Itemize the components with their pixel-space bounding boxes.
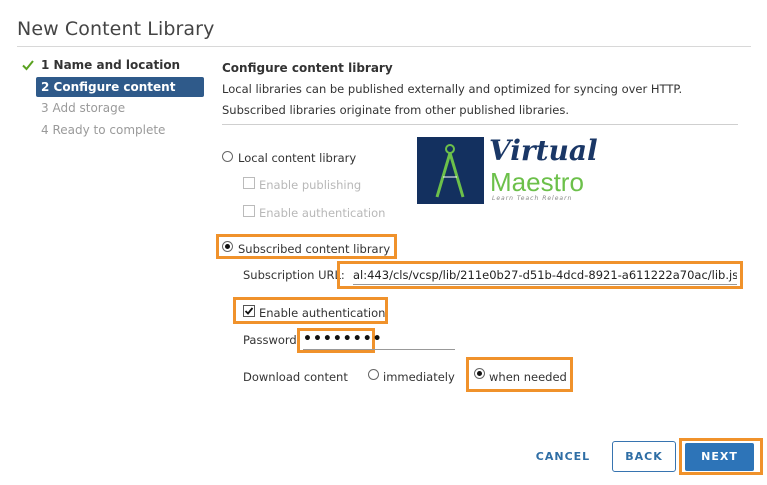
subscription-url-input[interactable]: al:443/cls/vcsp/lib/211e0b27-d51b-4dcd-8… — [353, 265, 737, 285]
logo-text-virtual: Virtual — [489, 134, 598, 167]
enable-auth-checkbox[interactable] — [243, 305, 255, 317]
download-content-label: Download content — [243, 370, 348, 384]
local-enable-auth-label: Enable authentication — [259, 206, 386, 220]
next-button[interactable]: NEXT — [685, 443, 754, 471]
logo-emblem — [417, 137, 484, 204]
checkmark-icon — [244, 307, 254, 315]
enable-publishing-checkbox[interactable] — [243, 177, 255, 189]
step-configure-library[interactable]: 2 Configure content library — [36, 77, 204, 114]
subscription-url-label: Subscription URL: — [243, 268, 345, 282]
password-input[interactable]: •••••••• — [303, 331, 455, 350]
step-add-storage: 3 Add storage — [41, 101, 126, 115]
logo-tagline: Learn Teach Relearn — [492, 195, 573, 202]
enable-auth-label: Enable authentication — [259, 306, 386, 320]
subscribed-library-label: Subscribed content library — [238, 242, 391, 256]
download-immediately-label: immediately — [383, 370, 455, 384]
download-when-needed-radio[interactable] — [474, 368, 485, 379]
compass-icon — [435, 144, 465, 198]
dialog-title: New Content Library — [17, 18, 215, 40]
logo-text-maestro: Maestro — [490, 167, 584, 197]
section-description: Local libraries can be published externa… — [222, 82, 683, 117]
download-immediately-radio[interactable] — [368, 369, 379, 380]
local-library-radio[interactable] — [222, 151, 233, 162]
cancel-button[interactable]: CANCEL — [528, 445, 598, 469]
step-name-location[interactable]: 1 Name and location — [41, 58, 180, 72]
download-when-needed-label: when needed — [489, 370, 567, 384]
check-icon — [22, 60, 34, 71]
enable-publishing-label: Enable publishing — [259, 178, 362, 192]
back-button[interactable]: BACK — [612, 441, 676, 472]
section-title: Configure content library — [222, 61, 393, 75]
step-ready-to-complete: 4 Ready to complete — [41, 123, 166, 137]
subscribed-library-radio[interactable] — [222, 241, 233, 252]
title-divider — [17, 46, 751, 47]
password-label: Password — [243, 333, 297, 347]
virtual-maestro-logo: Virtual Maestro Learn Teach Relearn — [417, 134, 598, 204]
local-enable-auth-checkbox[interactable] — [243, 205, 255, 217]
local-library-label: Local content library — [238, 151, 357, 165]
section-divider — [222, 124, 738, 125]
